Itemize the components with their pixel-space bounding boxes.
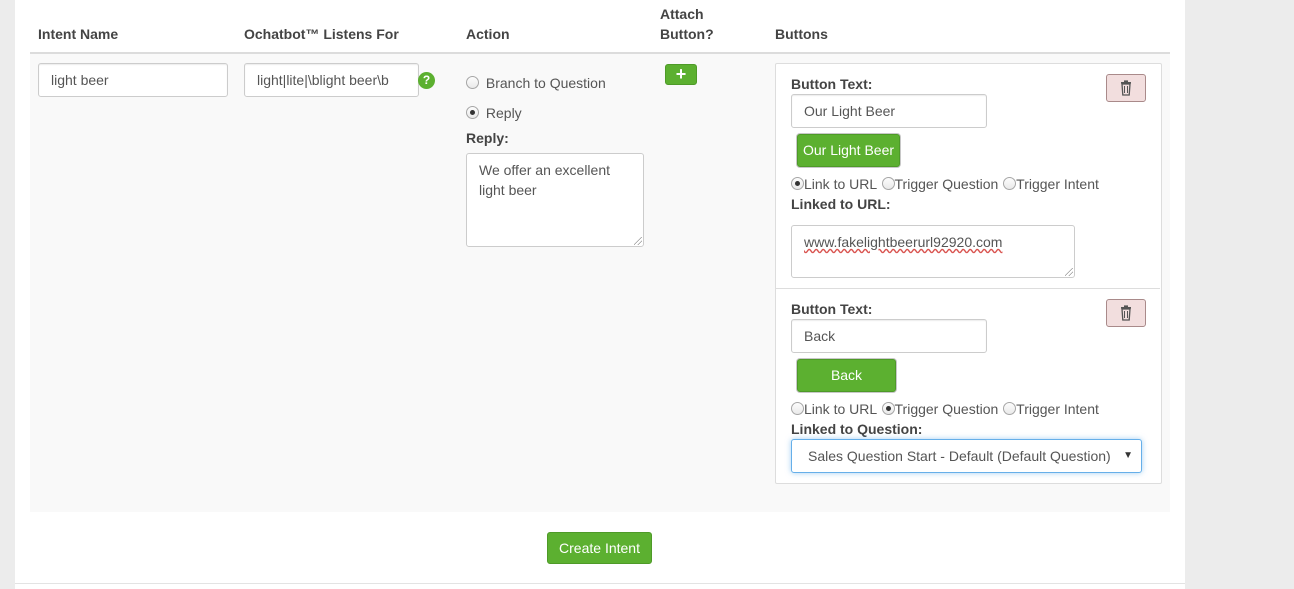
button1-link-options: Link to URL Trigger Question Trigger Int… xyxy=(791,175,1099,193)
create-intent-button[interactable]: Create Intent xyxy=(547,532,652,564)
header-action: Action xyxy=(466,26,510,42)
button2-preview[interactable]: Back xyxy=(797,359,896,392)
button1-preview[interactable]: Our Light Beer xyxy=(797,134,900,167)
branch-label: Branch to Question xyxy=(485,75,606,91)
resize-grip-icon[interactable] xyxy=(634,237,642,245)
button2-text-input[interactable]: Back xyxy=(791,319,987,353)
trash-icon xyxy=(1121,305,1131,321)
button2-link-url-radio[interactable] xyxy=(791,402,804,415)
branch-radio[interactable] xyxy=(466,76,479,89)
reply-option[interactable]: Reply xyxy=(466,104,522,122)
reply-text-line1: We offer an excellent xyxy=(479,162,611,178)
header-buttons: Buttons xyxy=(775,26,828,42)
button1-trigger-intent-radio[interactable] xyxy=(1003,177,1017,190)
button1-url-value: www.fakelightbeerurl92920.com xyxy=(804,234,1003,250)
reply-label: Reply xyxy=(485,105,522,121)
branch-to-question-option[interactable]: Branch to Question xyxy=(466,74,606,92)
delete-button2[interactable] xyxy=(1106,299,1146,327)
header-listens-for: Ochatbot™ Listens For xyxy=(244,26,399,42)
button1-linked-heading: Linked to URL: xyxy=(791,196,891,212)
reply-text-line2: light beer xyxy=(479,182,537,198)
button1-trigger-intent-label: Trigger Intent xyxy=(1016,176,1099,192)
plus-icon: + xyxy=(675,64,687,84)
button2-question-value: Sales Question Start - Default (Default … xyxy=(808,448,1111,464)
delete-button1[interactable] xyxy=(1106,74,1146,102)
listens-for-input[interactable]: light|lite|\blight beer\b xyxy=(244,63,419,97)
button2-link-options: Link to URL Trigger Question Trigger Int… xyxy=(791,400,1099,418)
button1-trigger-question-radio[interactable] xyxy=(881,177,895,190)
button2-text-heading: Button Text: xyxy=(791,301,873,317)
button2-question-select[interactable]: Sales Question Start - Default (Default … xyxy=(791,439,1142,473)
button2-link-url-label: Link to URL xyxy=(804,401,877,417)
reply-textarea[interactable]: We offer an excellent light beer xyxy=(466,153,644,247)
header-attach-line2: Button? xyxy=(660,26,714,42)
button1-trigger-question-label: Trigger Question xyxy=(894,176,999,192)
button1-link-url-label: Link to URL xyxy=(804,176,877,192)
button1-url-textarea[interactable]: www.fakelightbeerurl92920.com xyxy=(791,225,1075,278)
panel-divider xyxy=(15,583,1185,584)
button2-trigger-question-radio[interactable] xyxy=(881,402,895,415)
buttons-divider xyxy=(775,288,1160,289)
header-attach-line1: Attach xyxy=(660,6,704,22)
reply-heading: Reply: xyxy=(466,130,509,146)
header-intent-name: Intent Name xyxy=(38,26,119,42)
button2-trigger-question-label: Trigger Question xyxy=(894,401,999,417)
trash-icon xyxy=(1121,80,1131,96)
resize-grip-icon[interactable] xyxy=(1065,268,1073,276)
question-circle-icon[interactable]: ? xyxy=(418,72,435,89)
button2-trigger-intent-radio[interactable] xyxy=(1003,402,1017,415)
button1-link-url-radio[interactable] xyxy=(791,177,804,190)
caret-down-icon: ▼ xyxy=(1123,450,1133,461)
add-button-button[interactable]: + xyxy=(665,64,697,85)
button2-trigger-intent-label: Trigger Intent xyxy=(1016,401,1099,417)
button1-text-heading: Button Text: xyxy=(791,76,873,92)
header-attach-button: Attach Button? xyxy=(660,4,714,44)
button1-text-input[interactable]: Our Light Beer xyxy=(791,94,987,128)
intent-name-input[interactable]: light beer xyxy=(38,63,228,97)
reply-radio[interactable] xyxy=(466,106,479,119)
button2-linked-heading: Linked to Question: xyxy=(791,421,923,437)
